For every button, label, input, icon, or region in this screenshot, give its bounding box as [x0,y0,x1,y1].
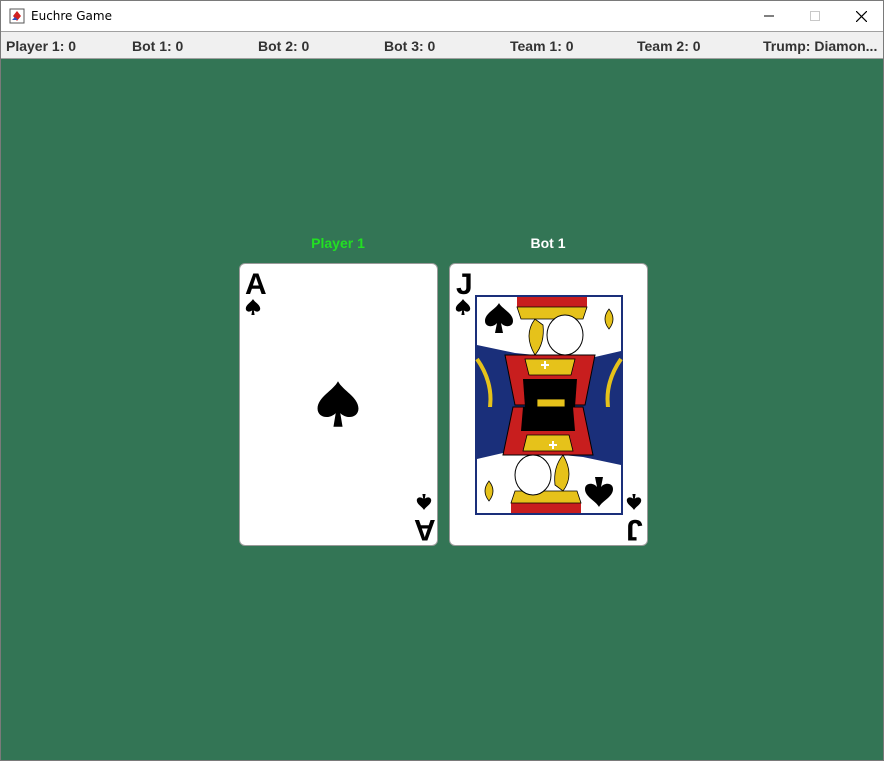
euchre-window: Euchre Game Player 1: 0 Bot 1: 0 Bot 2: … [0,0,884,761]
score-bot-2: Bot 2: 0 [258,38,310,54]
spade-icon [317,381,359,427]
trump-indicator: Trump: Diamon... [763,38,878,54]
jack-face-artwork [475,295,623,515]
score-bot-3: Bot 3: 0 [384,38,436,54]
title-bar: Euchre Game [1,1,883,31]
minimize-icon [764,15,774,17]
card-rank-top: J [456,268,473,301]
game-table: Player 1 A A Bot 1 J J [1,59,883,760]
window-title: Euchre Game [31,9,112,23]
card-rank-bottom: A [414,513,436,546]
minimize-button[interactable] [746,1,792,31]
player-1-label: Player 1 [311,235,365,251]
player-1-card-ace-of-spades: A A [239,263,438,546]
score-bot-1: Bot 1: 0 [132,38,184,54]
close-button[interactable] [838,1,884,31]
maximize-button[interactable] [792,1,838,31]
score-player-1: Player 1: 0 [6,38,77,54]
score-team-1: Team 1: 0 [510,38,574,54]
score-bar: Player 1: 0 Bot 1: 0 Bot 2: 0 Bot 3: 0 T… [1,31,883,59]
maximize-icon [810,11,820,21]
close-icon [855,10,867,22]
card-rank-bottom: J [626,513,643,546]
spade-icon [245,299,261,315]
spade-icon [626,494,642,510]
spade-icon [455,299,471,315]
spade-icon [416,494,432,510]
score-team-2: Team 2: 0 [637,38,701,54]
app-icon [9,8,25,24]
card-rank-top: A [245,268,267,301]
bot-1-card-jack-of-spades: J J [449,263,648,546]
bot-1-label: Bot 1 [530,235,566,251]
